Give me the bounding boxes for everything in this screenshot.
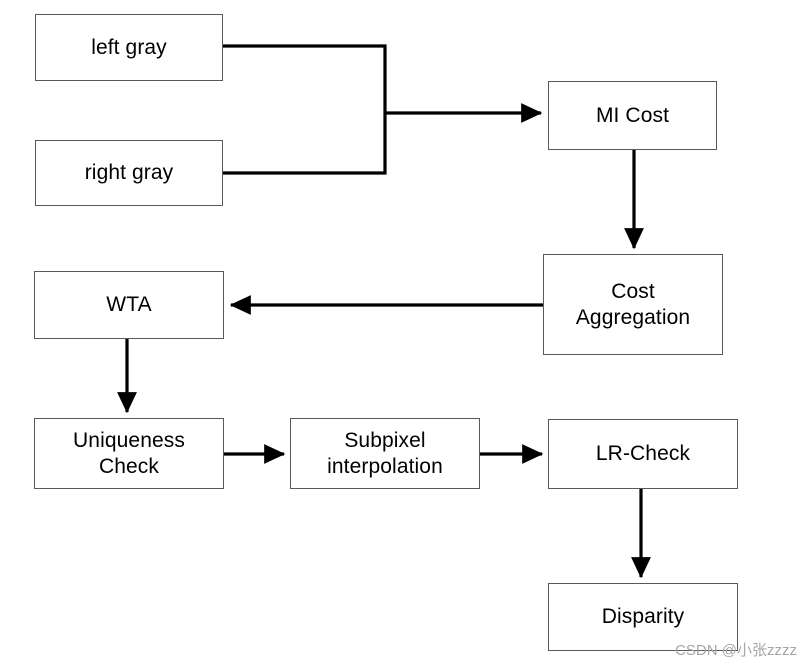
node-label: MI Cost (595, 103, 670, 127)
watermark: CSDN @小张zzzz (675, 642, 797, 659)
node-mi-cost[interactable]: MI Cost (548, 81, 717, 150)
node-label: left gray (91, 35, 167, 59)
edge-right-gray-to-junction (223, 113, 387, 175)
node-left-gray[interactable]: left gray (35, 14, 223, 81)
node-lr-check[interactable]: LR-Check (548, 419, 738, 489)
node-label: LR-Check (595, 442, 691, 466)
node-uniqueness-check[interactable]: Uniqueness Check (34, 418, 224, 489)
node-subpixel-interpolation[interactable]: Subpixel interpolation (290, 418, 480, 489)
node-cost-aggregation[interactable]: Cost Aggregation (543, 254, 723, 355)
node-right-gray[interactable]: right gray (35, 140, 223, 206)
edge-left-gray-to-junction (223, 44, 387, 113)
node-label: right gray (84, 161, 174, 185)
node-label: Disparity (601, 605, 685, 629)
node-label: WTA (106, 293, 152, 317)
node-label: Cost Aggregation (575, 279, 691, 329)
node-wta[interactable]: WTA (34, 271, 224, 339)
node-label: Subpixel interpolation (327, 428, 443, 478)
node-label: Uniqueness Check (73, 428, 185, 478)
flowchart-canvas: left gray right gray MI Cost Cost Aggreg… (0, 0, 803, 664)
